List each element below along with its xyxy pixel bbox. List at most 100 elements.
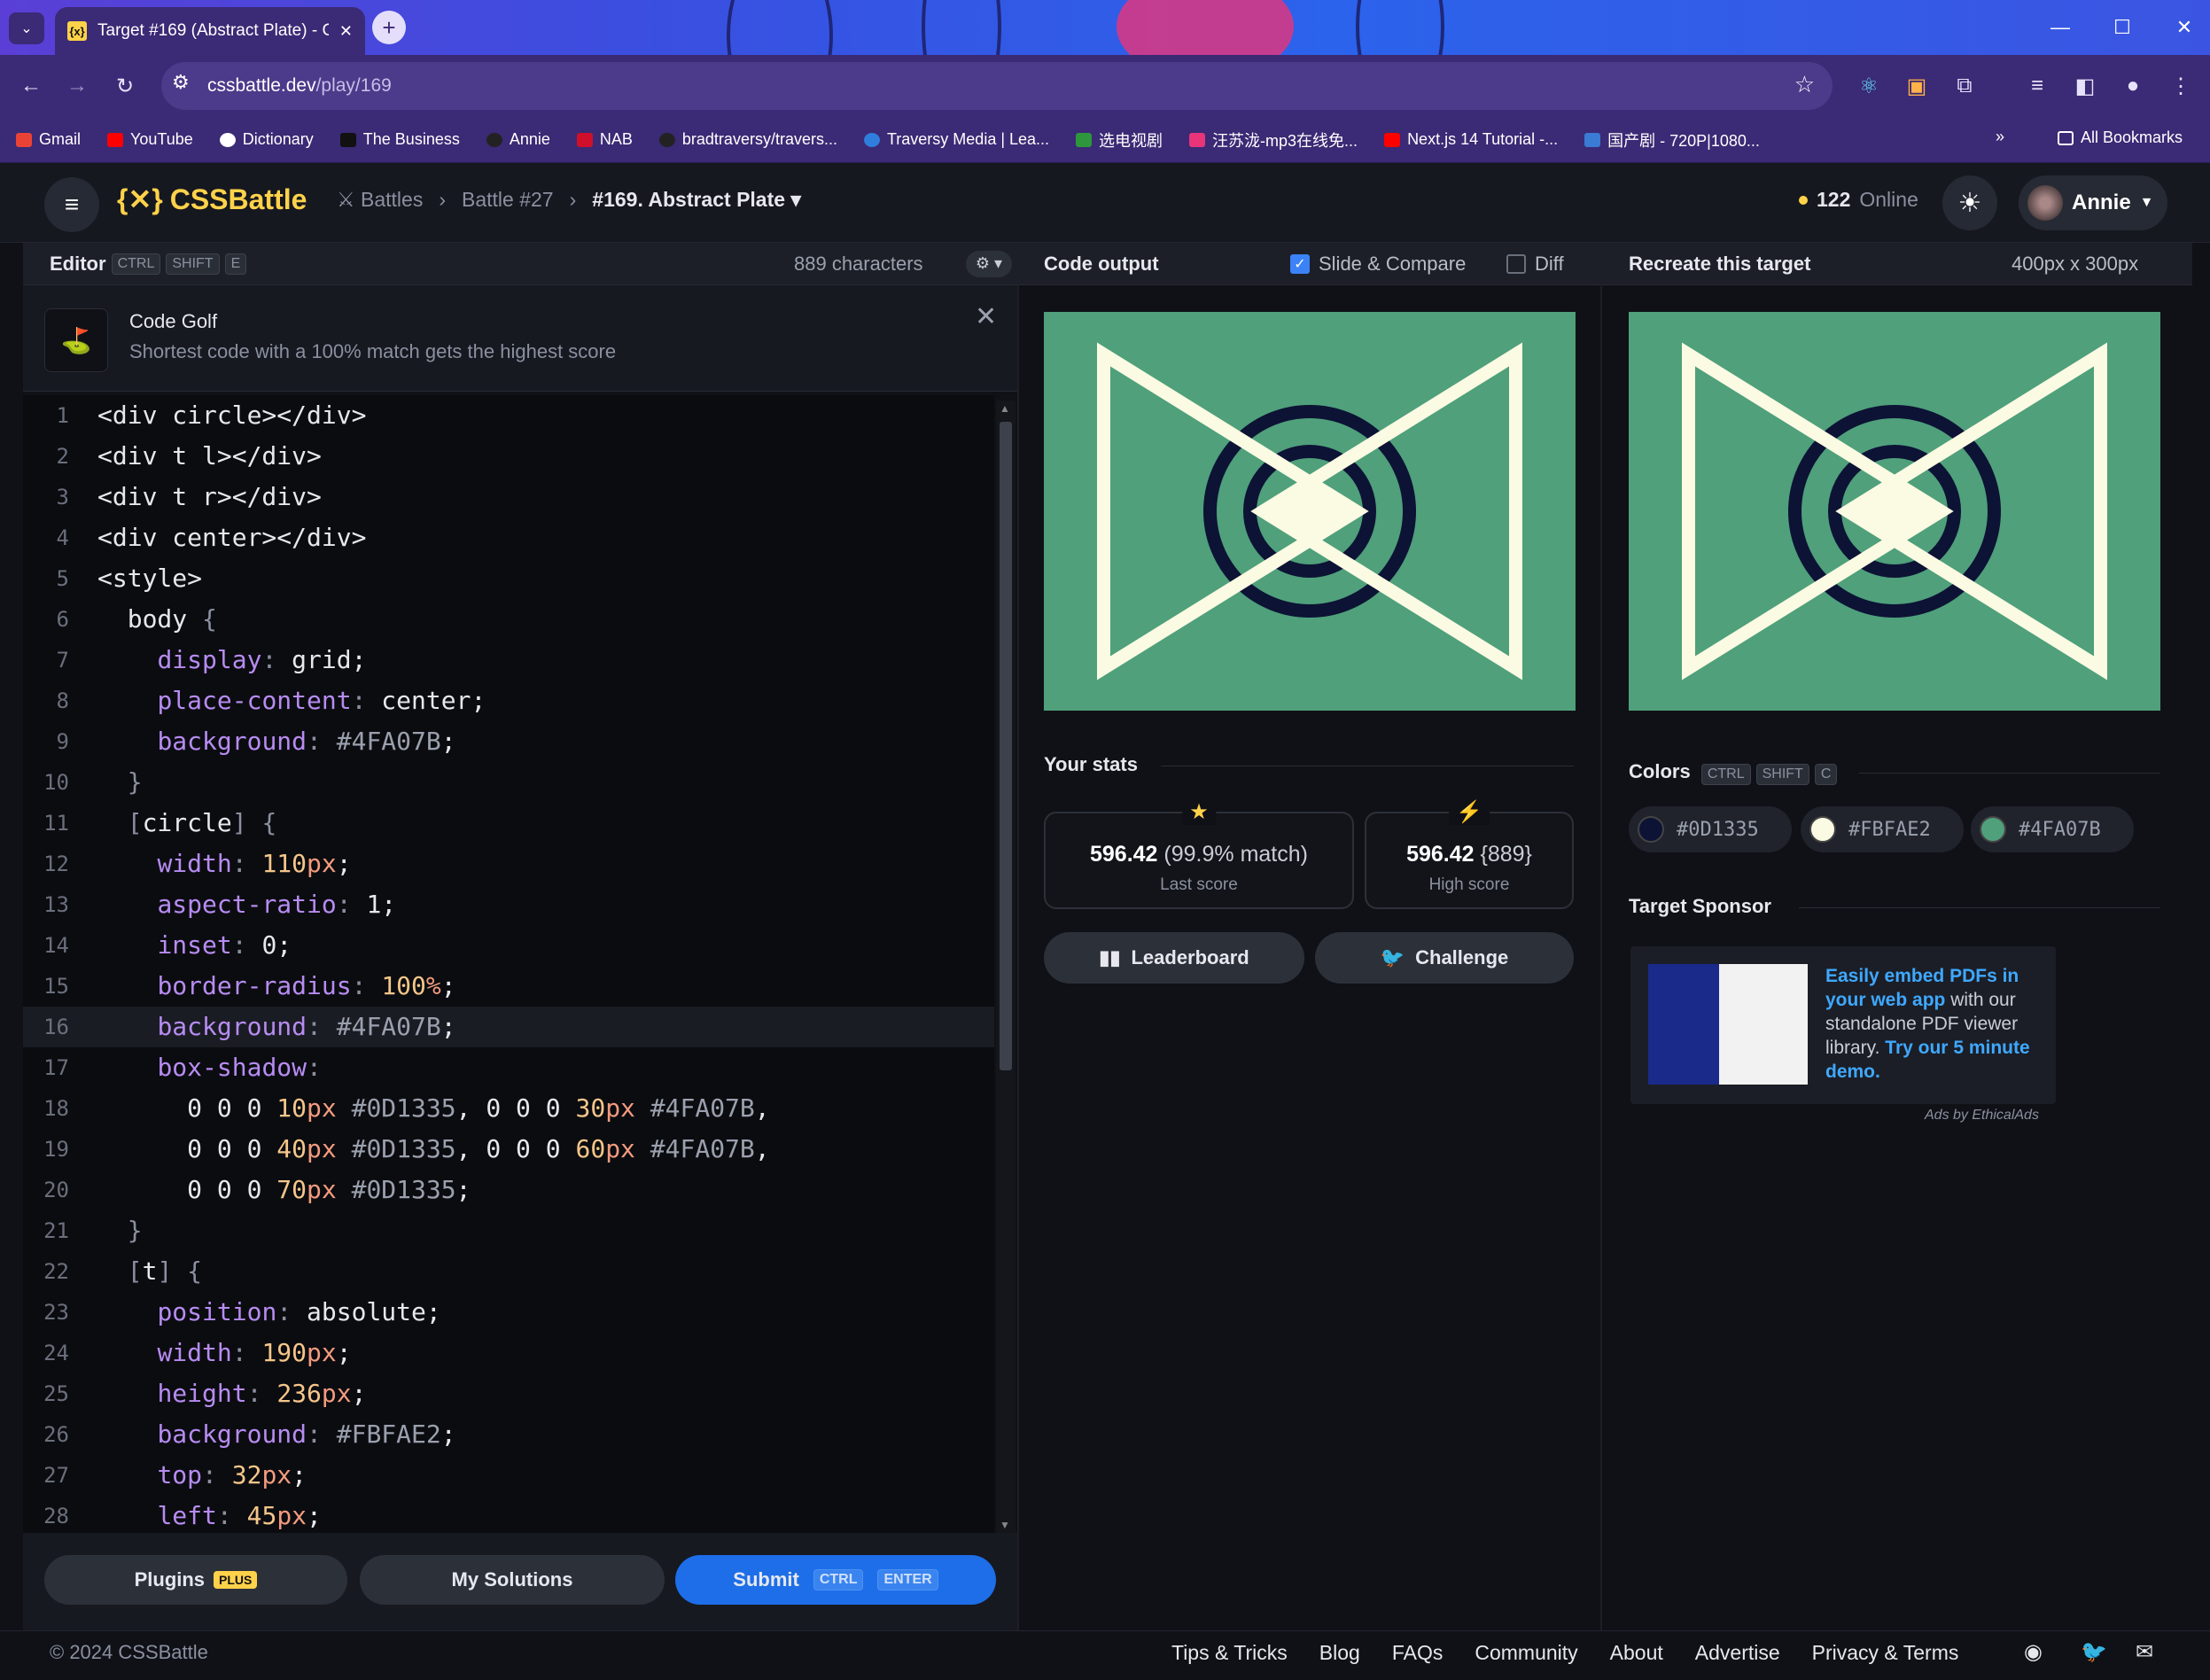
- forward-icon[interactable]: →: [60, 69, 94, 103]
- code-editor[interactable]: 1 <div circle></div> 2 <div t l></div> 3 <div…: [23, 395, 994, 1533]
- code-output-preview[interactable]: [1044, 312, 1576, 711]
- code-line[interactable]: 26 background: #FBFAE2;: [23, 1414, 994, 1455]
- diff-checkbox[interactable]: Diff: [1506, 253, 1564, 276]
- bookmark-dictionary[interactable]: Dictionary: [219, 130, 314, 149]
- scroll-up-icon[interactable]: ▲: [1000, 402, 1010, 415]
- bookmark-github[interactable]: bradtraversy/travers...: [658, 130, 837, 149]
- leaderboard-button[interactable]: ▮▮ Leaderboard: [1044, 932, 1304, 984]
- code-line[interactable]: 9 background: #4FA07B;: [23, 721, 994, 762]
- crumb-target[interactable]: #169. Abstract Plate ▾: [592, 188, 801, 212]
- code-line[interactable]: 20 0 0 0 70px #0D1335;: [23, 1170, 994, 1210]
- footer-link[interactable]: FAQs: [1392, 1641, 1444, 1665]
- code-line[interactable]: 11 [circle] {: [23, 803, 994, 844]
- theme-toggle-button[interactable]: ☀: [1942, 175, 1997, 230]
- crumb-battle[interactable]: Battle #27: [462, 188, 554, 212]
- footer-link[interactable]: Privacy & Terms: [1812, 1641, 1959, 1665]
- editor-scrollbar[interactable]: ▲ ▼: [996, 401, 1016, 1533]
- footer-link[interactable]: Advertise: [1695, 1641, 1780, 1665]
- bookmark-the-business[interactable]: The Business: [339, 130, 460, 149]
- menu-button[interactable]: ≡: [44, 177, 99, 232]
- bookmark-star-icon[interactable]: ☆: [1794, 71, 1815, 98]
- bookmark-traversy[interactable]: Traversy Media | Lea...: [863, 130, 1049, 149]
- media-queue-icon[interactable]: ≡: [2020, 69, 2054, 103]
- code-line[interactable]: 27 top: 32px;: [23, 1455, 994, 1496]
- code-line[interactable]: 17 box-shadow:: [23, 1047, 994, 1088]
- code-line[interactable]: 12 width: 110px;: [23, 844, 994, 884]
- ads-by-ethicalads[interactable]: Ads by EthicalAds: [1925, 1108, 2039, 1124]
- all-bookmarks-folder[interactable]: All Bookmarks: [2058, 128, 2183, 147]
- user-menu-button[interactable]: Annie ▼: [2019, 175, 2167, 230]
- scrollbar-thumb[interactable]: [1000, 422, 1012, 1070]
- sponsor-ad[interactable]: Easily embed PDFs in your web app with o…: [1630, 946, 2056, 1104]
- bookmark-gmail[interactable]: Gmail: [16, 130, 81, 149]
- code-line[interactable]: 28 left: 45px;: [23, 1496, 994, 1533]
- cssbattle-logo[interactable]: {✕} CSSBattle: [117, 183, 307, 216]
- close-icon[interactable]: ✕: [975, 301, 997, 332]
- mail-icon[interactable]: ✉: [2136, 1639, 2153, 1665]
- bookmark-douban[interactable]: 选电视剧: [1076, 128, 1163, 152]
- scroll-down-icon[interactable]: ▼: [1000, 1519, 1010, 1531]
- code-line[interactable]: 5 <style>: [23, 558, 994, 599]
- footer-link[interactable]: About: [1610, 1641, 1663, 1665]
- my-solutions-button[interactable]: My Solutions: [360, 1555, 665, 1605]
- crumb-battles[interactable]: ⚔ Battles: [337, 188, 423, 212]
- code-line[interactable]: 2 <div t l></div>: [23, 436, 994, 477]
- code-line[interactable]: 16 background: #4FA07B;: [23, 1007, 994, 1047]
- reload-icon[interactable]: ↻: [108, 69, 142, 103]
- submit-button[interactable]: Submit CTRL ENTER: [675, 1555, 996, 1605]
- challenge-button[interactable]: 🐦 Challenge: [1315, 932, 1574, 984]
- footer-link[interactable]: Blog: [1319, 1641, 1360, 1665]
- bookmark-youtube[interactable]: YouTube: [107, 130, 193, 149]
- side-panel-icon[interactable]: ◧: [2068, 69, 2102, 103]
- code-line[interactable]: 10 }: [23, 762, 994, 803]
- code-line[interactable]: 23 position: absolute;: [23, 1292, 994, 1333]
- color-swatch-dark[interactable]: #0D1335: [1629, 806, 1792, 852]
- close-tab-icon[interactable]: ✕: [339, 22, 353, 41]
- footer-link[interactable]: Tips & Tricks: [1171, 1641, 1288, 1665]
- code-line[interactable]: 21 }: [23, 1210, 994, 1251]
- browser-tab[interactable]: {x} Target #169 (Abstract Plate) - C ✕: [55, 7, 365, 55]
- bookmark-nab[interactable]: NAB: [576, 130, 633, 149]
- bookmark-music[interactable]: 汪苏泷-mp3在线免...: [1189, 128, 1358, 152]
- site-info-icon[interactable]: ⚙: [172, 71, 190, 94]
- back-icon[interactable]: ←: [14, 69, 48, 103]
- close-window-icon[interactable]: ✕: [2153, 0, 2210, 55]
- code-line[interactable]: 19 0 0 0 40px #0D1335, 0 0 0 60px #4FA07…: [23, 1129, 994, 1170]
- code-line[interactable]: 13 aspect-ratio: 1;: [23, 884, 994, 925]
- extension-icon[interactable]: ▣: [1900, 69, 1934, 103]
- extensions-puzzle-icon[interactable]: ⧉: [1948, 69, 1981, 103]
- code-line[interactable]: 7 display: grid;: [23, 640, 994, 681]
- new-tab-button[interactable]: +: [372, 11, 406, 44]
- code-line[interactable]: 6 body {: [23, 599, 994, 640]
- minimize-icon[interactable]: —: [2029, 0, 2091, 55]
- bookmark-nextjs[interactable]: Next.js 14 Tutorial -...: [1384, 130, 1558, 149]
- tab-list-button[interactable]: ⌄: [9, 12, 44, 44]
- color-swatch-cream[interactable]: #FBFAE2: [1801, 806, 1964, 852]
- code-line[interactable]: 1 <div circle></div>: [23, 395, 994, 436]
- code-line[interactable]: 24 width: 190px;: [23, 1333, 994, 1373]
- ad-image[interactable]: [1648, 964, 1808, 1085]
- code-line[interactable]: 14 inset: 0;: [23, 925, 994, 966]
- slide-compare-checkbox[interactable]: ✓ Slide & Compare: [1290, 253, 1466, 276]
- code-line[interactable]: 25 height: 236px;: [23, 1373, 994, 1414]
- browser-menu-icon[interactable]: ⋮: [2164, 69, 2198, 103]
- footer-link[interactable]: Community: [1475, 1641, 1577, 1665]
- code-line[interactable]: 15 border-radius: 100%;: [23, 966, 994, 1007]
- code-line[interactable]: 4 <div center></div>: [23, 517, 994, 558]
- code-line[interactable]: 8 place-content: center;: [23, 681, 994, 721]
- color-swatch-green[interactable]: #4FA07B: [1971, 806, 2134, 852]
- bookmark-annie[interactable]: Annie: [486, 130, 550, 149]
- code-line[interactable]: 18 0 0 0 10px #0D1335, 0 0 0 30px #4FA07…: [23, 1088, 994, 1129]
- plugins-button[interactable]: Plugins PLUS: [44, 1555, 347, 1605]
- target-image[interactable]: [1629, 312, 2160, 711]
- twitter-icon[interactable]: 🐦: [2081, 1639, 2107, 1665]
- bookmark-drama[interactable]: 国产剧 - 720P|1080...: [1584, 128, 1760, 152]
- code-line[interactable]: 22 [t] {: [23, 1251, 994, 1292]
- editor-settings-button[interactable]: ⚙ ▾: [966, 250, 1012, 277]
- react-devtools-icon[interactable]: ⚛: [1852, 69, 1886, 103]
- maximize-icon[interactable]: ☐: [2091, 0, 2153, 55]
- address-bar[interactable]: ⚙ cssbattle.dev/play/169 ☆: [161, 62, 1833, 110]
- more-bookmarks-icon[interactable]: »: [1996, 128, 2004, 146]
- code-line[interactable]: 3 <div t r></div>: [23, 477, 994, 517]
- discord-icon[interactable]: ◉: [2024, 1639, 2043, 1665]
